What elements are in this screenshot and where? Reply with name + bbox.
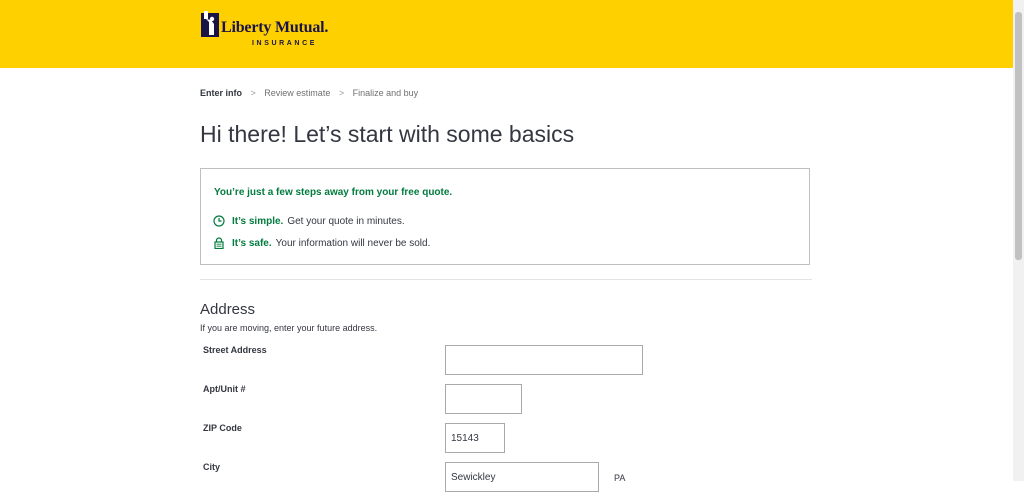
page-scrollbar[interactable] bbox=[1013, 0, 1024, 481]
lock-icon bbox=[214, 237, 224, 249]
info-row-bold: It’s simple. bbox=[232, 215, 284, 227]
logo-subtitle: INSURANCE bbox=[252, 40, 318, 47]
logo-name: Liberty Mutual. bbox=[221, 19, 329, 36]
breadcrumb: Enter info > Review estimate > Finalize … bbox=[200, 88, 418, 98]
info-row-simple: It’s simple. Get your quote in minutes. bbox=[213, 215, 405, 227]
street-address-input[interactable] bbox=[445, 345, 643, 375]
info-row-text: Get your quote in minutes. bbox=[287, 215, 405, 227]
breadcrumb-step-finalize-and-buy: Finalize and buy bbox=[352, 88, 419, 98]
info-row-bold: It’s safe. bbox=[232, 237, 272, 249]
site-header: Liberty Mutual. INSURANCE bbox=[0, 0, 1013, 68]
statue-of-liberty-icon bbox=[201, 11, 219, 37]
section-divider bbox=[200, 279, 812, 280]
apt-unit-label: Apt/Unit # bbox=[203, 384, 246, 394]
breadcrumb-separator: > bbox=[250, 88, 256, 98]
zip-code-input[interactable] bbox=[445, 423, 505, 453]
street-address-label: Street Address bbox=[203, 345, 267, 355]
address-section-title: Address bbox=[200, 301, 256, 318]
info-row-safe: It’s safe. Your information will never b… bbox=[213, 237, 430, 249]
apt-unit-input[interactable] bbox=[445, 384, 522, 414]
city-label: City bbox=[203, 462, 221, 472]
liberty-mutual-logo[interactable]: Liberty Mutual. INSURANCE bbox=[200, 10, 350, 50]
clock-icon bbox=[213, 215, 225, 227]
address-section-subtitle: If you are moving, enter your future add… bbox=[200, 323, 378, 333]
breadcrumb-step-enter-info: Enter info bbox=[200, 88, 242, 98]
scrollbar-thumb[interactable] bbox=[1015, 12, 1022, 260]
info-box: You’re just a few steps away from your f… bbox=[200, 168, 810, 265]
page-title: Hi there! Let’s start with some basics bbox=[200, 121, 575, 147]
breadcrumb-step-review-estimate: Review estimate bbox=[264, 88, 331, 98]
zip-code-label: ZIP Code bbox=[203, 423, 242, 433]
info-headline: You’re just a few steps away from your f… bbox=[214, 187, 453, 198]
city-input[interactable] bbox=[445, 462, 599, 492]
breadcrumb-separator: > bbox=[338, 88, 345, 98]
state-value: PA bbox=[614, 473, 626, 483]
info-row-text: Your information will never be sold. bbox=[275, 237, 431, 249]
